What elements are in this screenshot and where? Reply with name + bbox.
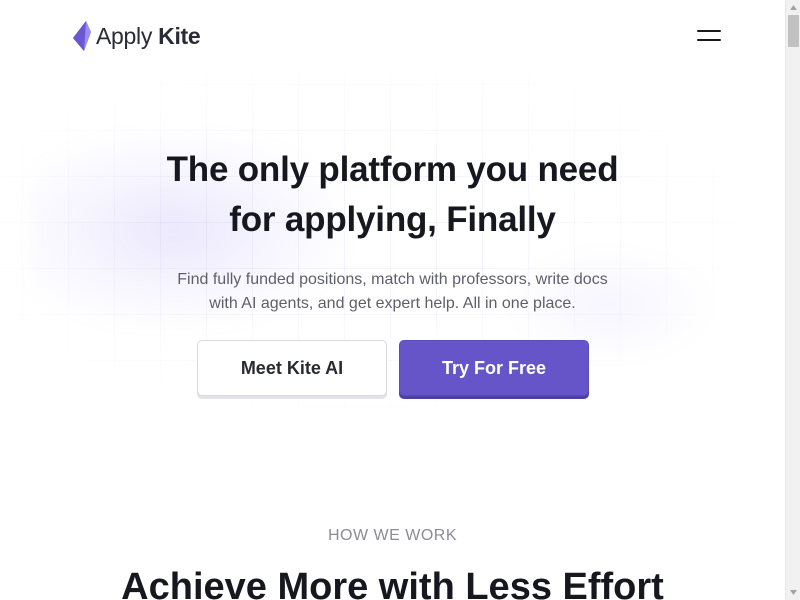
- how-we-work-eyebrow: HOW WE WORK: [327, 527, 458, 544]
- hero-subtitle-line-1: Find fully funded positions, match with …: [177, 271, 608, 288]
- hero-title-line-1: The only platform you need: [166, 150, 619, 189]
- hero-subtitle-line-2: with AI agents, and get expert help. All…: [209, 295, 576, 312]
- page: Apply Kite The only platform you need for…: [0, 0, 800, 600]
- scroll-down-arrow-icon: [790, 590, 797, 595]
- scroll-down-button[interactable]: [786, 585, 800, 600]
- scroll-up-button[interactable]: [786, 0, 800, 15]
- hero-title: The only platform you need for applying, …: [100, 145, 685, 245]
- meet-kite-ai-button[interactable]: Meet Kite AI: [197, 340, 387, 396]
- try-for-free-button[interactable]: Try For Free: [399, 340, 589, 396]
- how-we-work-title: Achieve More with Less Effort: [121, 566, 664, 600]
- menu-icon-bar-top: [697, 30, 721, 32]
- vertical-scrollbar[interactable]: [785, 0, 800, 600]
- kite-logo-icon: [73, 21, 91, 51]
- menu-button[interactable]: [694, 24, 724, 48]
- scroll-up-arrow-icon: [790, 5, 797, 10]
- logo-text: Apply Kite: [96, 22, 201, 50]
- scrollbar-thumb[interactable]: [788, 15, 799, 47]
- menu-icon-bar-bottom: [697, 39, 721, 41]
- logo-word-apply: Apply: [96, 22, 153, 49]
- hero-subtitle: Find fully funded positions, match with …: [120, 268, 665, 316]
- site-header: Apply Kite: [0, 0, 785, 72]
- logo-word-kite: Kite: [158, 22, 201, 49]
- logo-link[interactable]: Apply Kite: [72, 20, 201, 52]
- hero-background-grid: [0, 70, 785, 430]
- hero-title-line-2: for applying, Finally: [229, 200, 556, 239]
